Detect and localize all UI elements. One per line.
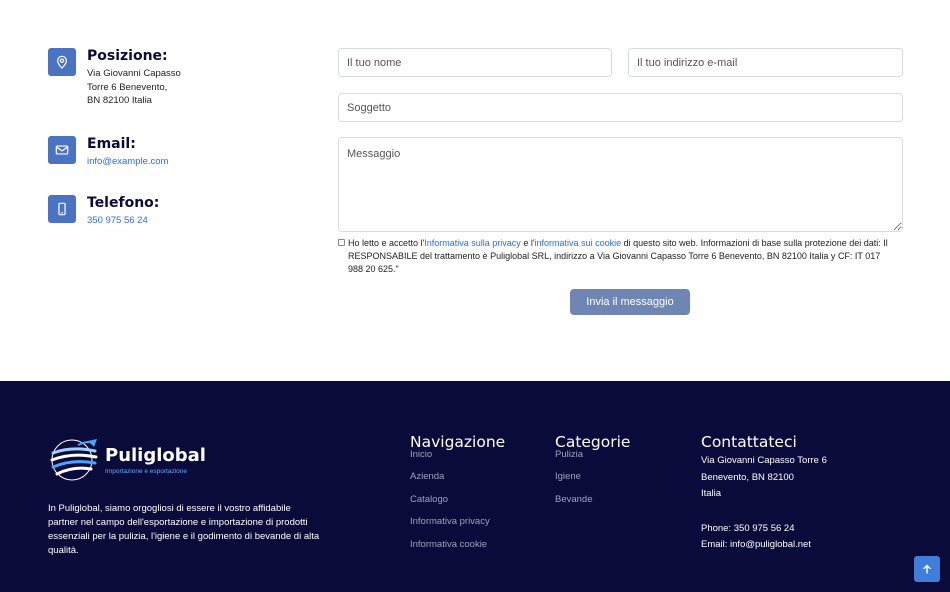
consent-text-part: Ho letto e accetto l' [348,238,425,248]
about-text: In Puliglobal, siamo orgogliosi di esser… [48,503,320,556]
navigation-column: Navigazione Inicio Azienda Catalogo Info… [410,433,505,556]
consent-text-part: e l' [520,238,535,248]
map-pin-icon [48,48,76,76]
position-line: Via Giovanni Capasso [87,68,181,79]
contact-title: Contattateci [701,433,797,451]
contact-address-line: Via Giovanni Capasso Torre 6 [701,455,827,466]
position-line: BN 82100 Italia [87,95,152,106]
smartphone-icon [48,195,76,223]
site-footer: Puliglobal Importazione e esportazione I… [0,381,950,592]
envelope-icon [48,136,76,164]
email-title: Email: [87,136,136,152]
phone-title: Telefono: [87,195,160,211]
cookie-policy-link[interactable]: informativa sui cookie [535,238,622,248]
categories-column: Categorie Pulizia Igiene Bevande [555,433,630,511]
contact-address-line: Italia [701,488,722,499]
footer-logo[interactable]: Puliglobal Importazione e esportazione [48,433,248,485]
consent-row: Ho letto e accetto l'Informativa sulla p… [338,237,888,276]
contact-column: Contattateci Via Giovanni Capasso Torre … [701,433,827,554]
nav-link-catalogo[interactable]: Catalogo [410,489,505,511]
brand-tagline: Importazione e esportazione [105,468,188,475]
privacy-policy-link[interactable]: Informativa sulla privacy [424,238,521,248]
nav-link-cookie[interactable]: Informativa cookie [410,534,505,556]
globe-logo-icon [50,439,98,481]
send-message-button[interactable]: Invia il messaggio [570,289,690,315]
back-to-top-button[interactable] [914,556,940,582]
nav-link-azienda[interactable]: Azienda [410,466,505,488]
nav-link-privacy[interactable]: Informativa privacy [410,511,505,533]
brand-name: Puliglobal [105,445,206,466]
name-input[interactable] [338,48,612,77]
message-textarea[interactable] [338,137,903,232]
contact-phone[interactable]: Phone: 350 975 56 24 [701,521,827,538]
position-title: Posizione: [87,48,168,64]
contact-section: Posizione: Via Giovanni Capasso Torre 6 … [0,0,950,381]
position-line: Torre 6 Benevento, [87,81,168,93]
phone-link[interactable]: 350 975 56 24 [87,214,247,228]
category-link-bevande[interactable]: Bevande [555,489,630,511]
contact-address-line: Benevento, BN 82100 [701,471,794,483]
contact-email[interactable]: Email: info@puliglobal.net [701,537,827,554]
consent-checkbox[interactable] [338,239,345,246]
consent-text: Ho letto e accetto l'Informativa sulla p… [338,237,888,276]
arrow-up-icon [923,564,931,574]
category-link-igiene[interactable]: Igiene [555,466,630,488]
subject-input[interactable] [338,93,903,122]
email-input[interactable] [628,48,903,77]
email-link[interactable]: info@example.com [87,155,247,169]
